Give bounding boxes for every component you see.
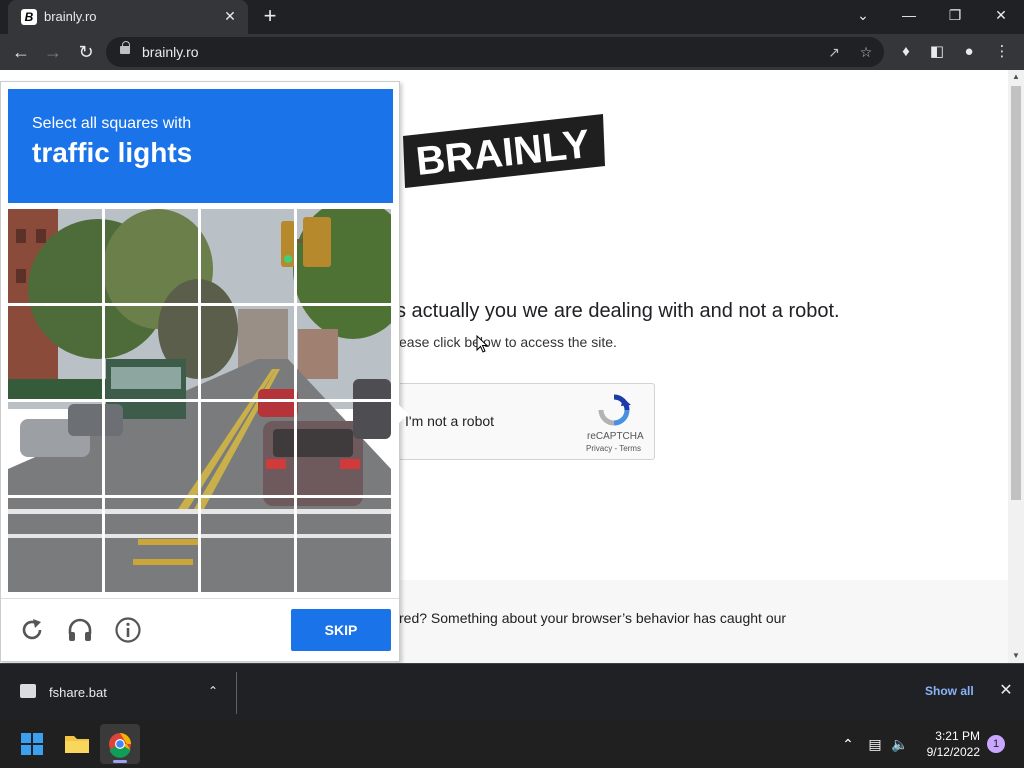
- recaptcha-brand-text: reCAPTCHA: [587, 431, 644, 442]
- grid-tile-r3c2[interactable]: [105, 402, 199, 496]
- url-text[interactable]: brainly.ro: [142, 44, 199, 60]
- info-icon[interactable]: [114, 616, 142, 644]
- download-options-chevron-icon[interactable]: ⌃: [204, 682, 222, 700]
- window-close-icon[interactable]: ✕: [978, 0, 1024, 30]
- grid-tile-r1c1[interactable]: [8, 209, 102, 303]
- tab-title: brainly.ro: [44, 9, 97, 24]
- tab-close-icon[interactable]: ✕: [220, 6, 240, 26]
- challenge-header: Select all squares with traffic lights: [8, 89, 393, 203]
- restore-icon[interactable]: ❐: [932, 0, 978, 30]
- kebab-menu-icon[interactable]: ⋮: [991, 41, 1013, 63]
- grid-tile-r2c4[interactable]: [297, 306, 391, 400]
- address-bar[interactable]: brainly.ro ↗ ☆: [106, 37, 884, 67]
- batch-file-icon: [20, 684, 36, 698]
- folder-icon: [65, 736, 89, 753]
- grid-tile-r4c4[interactable]: [297, 498, 391, 592]
- bookmark-star-icon[interactable]: ☆: [856, 42, 876, 62]
- back-arrow-icon[interactable]: ←: [8, 39, 34, 65]
- new-tab-plus-icon[interactable]: +: [258, 5, 282, 29]
- scroll-down-arrow-icon[interactable]: ▼: [1008, 649, 1024, 663]
- skip-button[interactable]: SKIP: [291, 609, 391, 651]
- grid-tile-r4c3[interactable]: [201, 498, 295, 592]
- extensions-puzzle-icon[interactable]: ♦: [895, 41, 917, 63]
- side-panel-icon[interactable]: ◧: [926, 41, 948, 63]
- scroll-thumb[interactable]: [1011, 86, 1021, 500]
- forward-arrow-icon[interactable]: →: [40, 39, 66, 65]
- start-button[interactable]: [12, 724, 52, 764]
- download-separator: [236, 672, 237, 714]
- tray-overflow-chevron-icon[interactable]: ⌃: [838, 734, 858, 754]
- close-download-shelf-icon[interactable]: ✕: [996, 681, 1016, 701]
- challenge-image-grid: [8, 209, 391, 592]
- grid-tile-r3c1[interactable]: [8, 402, 102, 496]
- chrome-taskbar-button[interactable]: [100, 724, 140, 764]
- windows-logo-icon: [21, 733, 43, 755]
- page-subtext: ease click below to access the site.: [399, 334, 617, 350]
- grid-tile-r3c3[interactable]: [201, 402, 295, 496]
- audio-challenge-headphones-icon[interactable]: [66, 616, 94, 644]
- download-shelf: fshare.bat ⌃ Show all ✕: [0, 663, 1024, 720]
- reload-challenge-icon[interactable]: [18, 616, 46, 644]
- system-clock[interactable]: 3:21 PM 9/12/2022: [918, 728, 980, 760]
- windows-taskbar: ⌃ ▤ 🔈 3:21 PM 9/12/2022: [0, 720, 1024, 768]
- grid-tile-r2c2[interactable]: [105, 306, 199, 400]
- recaptcha-challenge-popup: Select all squares with traffic lights S…: [0, 81, 400, 662]
- challenge-footer: SKIP: [1, 598, 399, 662]
- grid-tile-r2c3[interactable]: [201, 306, 295, 400]
- page-scrollbar[interactable]: ▲ ▼: [1008, 70, 1024, 663]
- recaptcha-logo-icon: [598, 394, 631, 426]
- clock-time: 3:21 PM: [935, 729, 980, 743]
- tab-strip: B brainly.ro ✕ + ⌄ — ❐ ✕: [0, 0, 1024, 34]
- recaptcha-widget[interactable]: I'm not a robot reCAPTCHA Privacy - Term…: [396, 383, 655, 460]
- challenge-instruction-target: traffic lights: [32, 137, 193, 168]
- file-explorer-button[interactable]: [57, 724, 97, 764]
- volume-icon[interactable]: 🔈: [890, 734, 910, 754]
- minimize-icon[interactable]: —: [886, 0, 932, 30]
- share-icon[interactable]: ↗: [824, 42, 844, 62]
- show-all-downloads-link[interactable]: Show all: [925, 684, 974, 698]
- challenge-instruction-small: Select all squares with: [32, 115, 192, 132]
- profile-avatar-icon[interactable]: ●: [958, 41, 980, 63]
- grid-tile-r4c1[interactable]: [8, 498, 102, 592]
- grid-tile-r1c4[interactable]: [297, 209, 391, 303]
- scroll-up-arrow-icon[interactable]: ▲: [1008, 70, 1024, 84]
- lock-icon[interactable]: [120, 41, 130, 54]
- brainly-favicon-icon: B: [21, 9, 37, 25]
- grid-tile-r1c3[interactable]: [201, 209, 295, 303]
- download-file-name[interactable]: fshare.bat: [49, 685, 107, 700]
- network-icon[interactable]: ▤: [865, 734, 885, 754]
- grid-tile-r4c2[interactable]: [105, 498, 199, 592]
- grid-tile-r2c1[interactable]: [8, 306, 102, 400]
- notification-badge[interactable]: 1: [987, 735, 1005, 753]
- challenge-pointer-arrow: [398, 404, 408, 424]
- browser-tab[interactable]: B brainly.ro ✕: [8, 0, 248, 34]
- page-heading: s actually you we are dealing with and n…: [396, 300, 840, 322]
- active-app-indicator: [113, 760, 127, 763]
- recaptcha-privacy-terms-links[interactable]: Privacy - Terms: [586, 444, 641, 453]
- reload-icon[interactable]: ↻: [73, 39, 99, 65]
- footer-text: red? Something about your browser’s beha…: [399, 610, 787, 626]
- grid-tile-r1c2[interactable]: [105, 209, 199, 303]
- clock-date: 9/12/2022: [926, 745, 980, 759]
- tab-search-chevron-icon[interactable]: ⌄: [840, 0, 886, 30]
- grid-tile-r3c4[interactable]: [297, 402, 391, 496]
- mouse-cursor-icon: [476, 335, 488, 353]
- browser-toolbar: ← → ↻ brainly.ro ↗ ☆ ♦ ◧ ● ⋮: [0, 34, 1024, 70]
- recaptcha-checkbox-label[interactable]: I'm not a robot: [405, 413, 494, 429]
- logo-text: BRAINLY: [414, 122, 592, 184]
- chrome-icon: [109, 733, 131, 758]
- page-footer-band: red? Something about your browser’s beha…: [396, 580, 1008, 663]
- brainly-logo: BRAINLY: [403, 114, 605, 188]
